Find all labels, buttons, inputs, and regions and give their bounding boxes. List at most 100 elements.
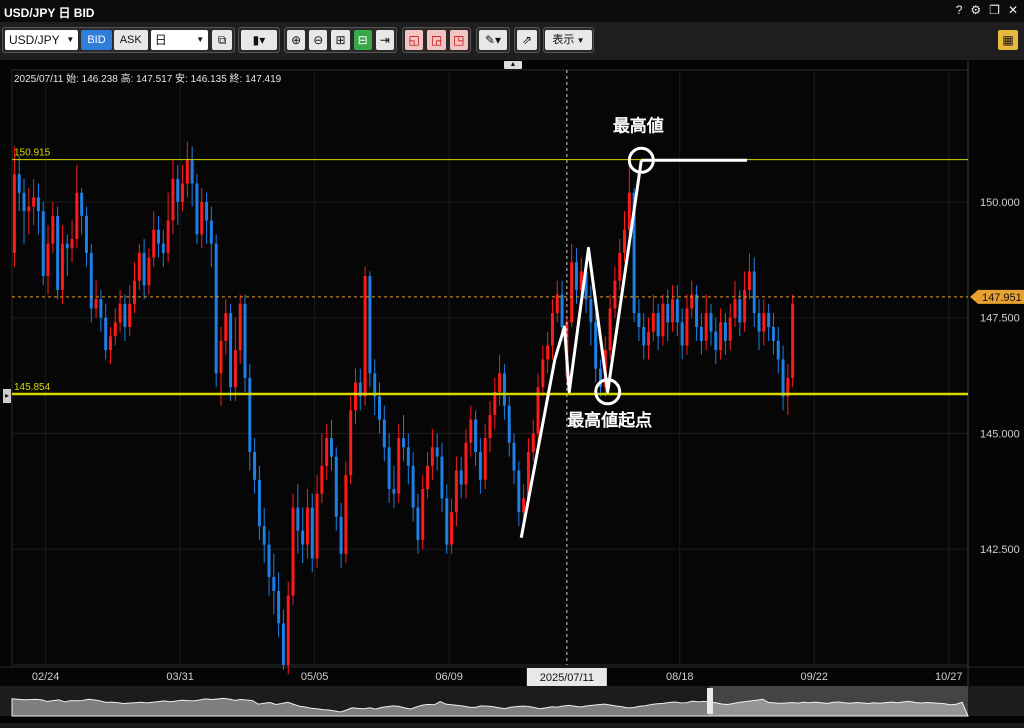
candle-body [368, 276, 372, 374]
collapse-toolbar-icon[interactable]: ▲ [504, 61, 522, 69]
x-tick-label: 05/05 [301, 671, 329, 683]
fit-width-icon[interactable]: ⊞ [331, 30, 350, 50]
draw-box-delete-icon[interactable]: ◳ [449, 30, 468, 50]
candle-body [296, 507, 300, 531]
candle-body [233, 350, 237, 388]
candle-body [152, 229, 156, 258]
fit-height-icon[interactable]: ⊟ [353, 30, 372, 50]
candle-body [680, 322, 684, 346]
candle-body [209, 220, 213, 244]
candle-body [253, 452, 257, 480]
candle-body [190, 160, 194, 184]
candle-body [387, 447, 391, 490]
candle-body [507, 405, 511, 443]
period-select[interactable]: 日 ▼ [150, 30, 209, 50]
candle-body [661, 303, 665, 337]
candle-body [257, 479, 261, 527]
candle-body [22, 192, 26, 212]
x-tick-label: 03/31 [166, 671, 194, 683]
candle-body [421, 489, 425, 540]
expand-left-panel-icon[interactable]: ▸ [3, 389, 11, 403]
candle-body [512, 442, 516, 471]
candle-body [382, 419, 386, 448]
candle-body [450, 512, 454, 545]
candle-body [570, 262, 574, 323]
compare-icon[interactable]: ⧉ [212, 30, 232, 50]
candle-body [181, 183, 185, 202]
candle-body [550, 313, 554, 346]
candle-body [12, 174, 16, 253]
symbol-select[interactable]: USD/JPY ▼ [5, 30, 79, 50]
layout-icon[interactable]: ▦ [998, 30, 1018, 50]
zoom-in-icon[interactable]: ⊕ [287, 30, 306, 50]
candle-body [440, 456, 444, 499]
candle-body [574, 262, 578, 290]
chart-area[interactable]: 150.000 147.500 145.000 142.500 02/24 03/31 05… [0, 60, 1024, 723]
help-icon[interactable]: ? [956, 3, 963, 17]
x-tick-label: 09/22 [801, 671, 829, 683]
candle-body [627, 192, 631, 230]
candle-body [41, 211, 45, 277]
ohlc-info-bar: 2025/07/11 始: 146.238 高: 147.517 安: 146.… [14, 72, 282, 85]
candle-body [36, 197, 40, 212]
candle-body [65, 243, 69, 249]
candle-body [723, 322, 727, 341]
candle-body [301, 530, 305, 545]
candlestick-chart[interactable]: 150.000 147.500 145.000 142.500 02/24 03/31 05… [0, 60, 1024, 723]
candle-body [743, 289, 747, 323]
candle-body [594, 322, 598, 369]
candle-body [305, 507, 309, 545]
candle-body [243, 303, 247, 378]
candle-body [171, 178, 175, 221]
navigator-window [709, 686, 968, 716]
candle-body [315, 493, 319, 559]
candle-body [108, 336, 112, 351]
current-price-label: 147.951 [982, 292, 1022, 304]
candle-body [767, 313, 771, 327]
ask-button[interactable]: ASK [113, 30, 148, 50]
candle-body [262, 526, 266, 545]
close-icon[interactable]: ✕ [1008, 3, 1018, 17]
scroll-right-icon[interactable]: ⇥ [375, 30, 395, 50]
candle-body [353, 382, 357, 411]
candle-body [185, 160, 189, 184]
candle-body [94, 299, 98, 309]
display-menu-button[interactable]: 表示 ▼ [545, 30, 592, 50]
candle-body [291, 507, 295, 596]
horizontal-level-label: 150.915 [14, 148, 51, 159]
candle-body [84, 215, 88, 253]
horizontal-level-label: 145.854 [14, 382, 51, 393]
restore-window-icon[interactable]: ❐ [989, 3, 1000, 17]
candle-type-icon[interactable]: ▮▾ [241, 30, 277, 50]
candle-body [488, 414, 492, 439]
candle-body [464, 442, 468, 485]
candle-body [128, 303, 132, 327]
candle-body [685, 308, 689, 346]
candle-body [502, 373, 506, 406]
crosshair-date-label: 2025/07/11 [540, 672, 594, 684]
candle-body [277, 590, 281, 624]
candle-body [647, 331, 651, 346]
candle-body [752, 271, 756, 314]
draw-box-add-icon[interactable]: ◱ [405, 30, 424, 50]
candle-body [474, 419, 478, 453]
settings-gear-icon[interactable]: ⚙ [970, 3, 981, 17]
export-icon[interactable]: ⇗ [517, 30, 537, 50]
candle-body [406, 447, 410, 466]
x-tick-label: 08/18 [666, 671, 694, 683]
chevron-down-icon: ▼ [66, 35, 75, 44]
candle-body [267, 544, 271, 578]
draw-box-copy-icon[interactable]: ◲ [427, 30, 446, 50]
start-annotation-label: 最高値起点 [567, 410, 652, 430]
pen-icon[interactable]: ✎▾ [479, 30, 507, 50]
candle-body [623, 229, 627, 253]
candle-body [397, 438, 401, 494]
bid-button[interactable]: BID [81, 30, 112, 50]
y-tick-label: 145.000 [980, 428, 1020, 440]
candle-body [771, 326, 775, 341]
candle-body [363, 276, 367, 397]
candle-body [445, 498, 449, 545]
zoom-out-icon[interactable]: ⊖ [309, 30, 328, 50]
candle-body [339, 516, 343, 554]
candle-body [637, 313, 641, 327]
